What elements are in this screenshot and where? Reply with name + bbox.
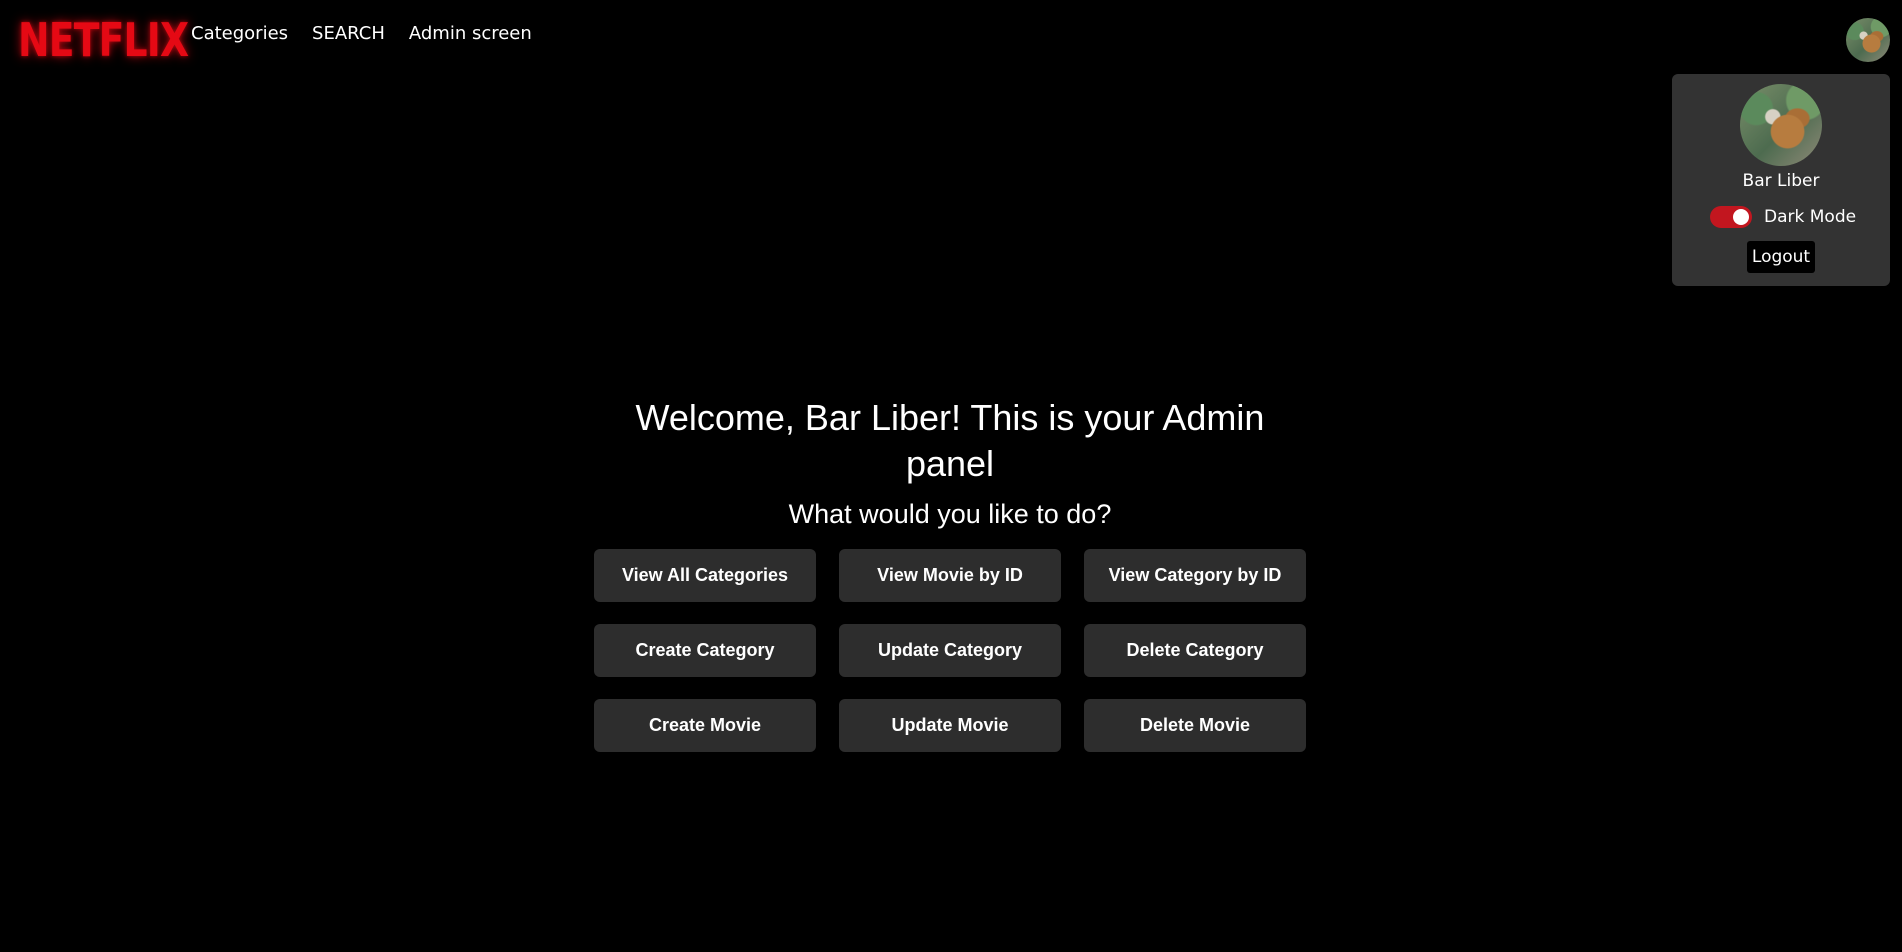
dark-mode-row: Dark Mode (1710, 205, 1856, 229)
nav-link-categories[interactable]: Categories (191, 22, 288, 46)
nav-links: Categories SEARCH Admin screen (191, 22, 532, 46)
top-navbar: NETFLIX Categories SEARCH Admin screen (0, 0, 1902, 80)
profile-dropdown-menu: Bar Liber Dark Mode Logout (1672, 74, 1890, 286)
delete-movie-button[interactable]: Delete Movie (1084, 699, 1306, 752)
view-category-by-id-button[interactable]: View Category by ID (1084, 549, 1306, 602)
netflix-logo[interactable]: NETFLIX (18, 14, 189, 66)
toggle-knob (1733, 209, 1749, 225)
logout-button[interactable]: Logout (1747, 241, 1815, 273)
admin-panel: Welcome, Bar Liber! This is your Admin p… (594, 395, 1306, 752)
user-avatar-icon (1740, 84, 1822, 166)
user-avatar-icon (1846, 18, 1890, 62)
create-movie-button[interactable]: Create Movie (594, 699, 816, 752)
view-movie-by-id-button[interactable]: View Movie by ID (839, 549, 1061, 602)
nav-link-search[interactable]: SEARCH (312, 22, 385, 46)
dark-mode-label: Dark Mode (1764, 207, 1857, 227)
admin-actions-grid: View All Categories View Movie by ID Vie… (594, 549, 1306, 752)
create-category-button[interactable]: Create Category (594, 624, 816, 677)
nav-link-admin-screen[interactable]: Admin screen (409, 22, 532, 46)
page-subtitle: What would you like to do? (788, 499, 1112, 529)
update-category-button[interactable]: Update Category (839, 624, 1061, 677)
profile-name: Bar Liber (1742, 171, 1820, 191)
dark-mode-toggle[interactable] (1710, 206, 1752, 228)
page-title: Welcome, Bar Liber! This is your Admin p… (635, 397, 1265, 484)
delete-category-button[interactable]: Delete Category (1084, 624, 1306, 677)
update-movie-button[interactable]: Update Movie (839, 699, 1061, 752)
profile-avatar-button[interactable] (1846, 18, 1890, 62)
profile-avatar-large (1740, 84, 1822, 166)
view-all-categories-button[interactable]: View All Categories (594, 549, 816, 602)
